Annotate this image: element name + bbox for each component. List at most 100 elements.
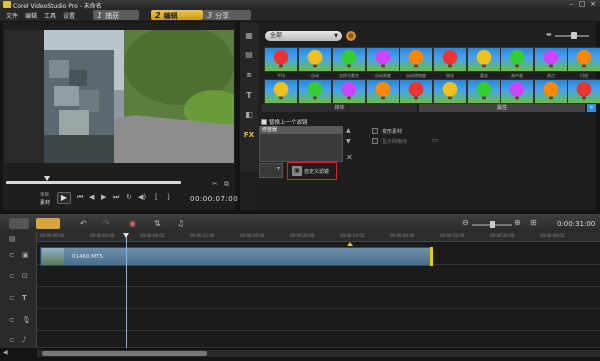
- title-visibility-icon[interactable]: ⊂: [9, 294, 15, 302]
- music-visibility-icon[interactable]: ⊂: [9, 336, 15, 344]
- timeline-scroll-thumb[interactable]: [42, 351, 207, 356]
- move-down-icon[interactable]: ▼: [346, 138, 351, 145]
- instant-project-icon[interactable]: ▤: [243, 50, 255, 60]
- filter-thumbnail[interactable]: [399, 47, 433, 72]
- fx-filter-icon[interactable]: FX: [243, 130, 255, 140]
- tab-attributes[interactable]: 属性: [419, 104, 585, 112]
- track-visibility-icon[interactable]: ⊂: [9, 251, 15, 259]
- title-icon[interactable]: T: [243, 91, 255, 101]
- step-edit[interactable]: 2 编辑: [151, 10, 203, 20]
- player-timecode[interactable]: 00:00:07:00: [190, 195, 238, 203]
- filter-category-dropdown[interactable]: 全部 ▼: [265, 31, 342, 41]
- undo-icon[interactable]: ↶: [80, 219, 87, 228]
- scrub-bar[interactable]: [6, 181, 181, 184]
- close-button[interactable]: ×: [588, 0, 598, 8]
- remove-filter-icon[interactable]: ✕: [346, 153, 353, 162]
- title-track[interactable]: [37, 288, 600, 309]
- playhead-line[interactable]: [126, 234, 127, 348]
- timeline-timecode[interactable]: 0:00:31:00: [557, 220, 595, 228]
- next-frame-icon[interactable]: ▶: [101, 193, 106, 201]
- menu-settings[interactable]: 设置: [63, 11, 75, 20]
- filter-thumbnail[interactable]: [332, 79, 366, 104]
- scroll-left-icon[interactable]: ◀: [3, 349, 8, 356]
- enlarge-icon[interactable]: ⧉: [224, 180, 229, 189]
- redo-icon[interactable]: ↷: [103, 219, 110, 228]
- graphic-icon[interactable]: ◧: [243, 110, 255, 120]
- home-icon[interactable]: ⏮: [77, 193, 83, 202]
- custom-filter-button[interactable]: ▣ 自定义滤镜: [287, 162, 337, 180]
- filter-thumbnail[interactable]: [500, 47, 534, 72]
- move-up-icon[interactable]: ▲: [346, 127, 351, 134]
- mark-out-icon[interactable]: ]: [167, 193, 170, 201]
- volume-icon[interactable]: ◀): [138, 193, 146, 201]
- overlay-track[interactable]: [37, 266, 600, 287]
- menu-edit[interactable]: 编辑: [25, 11, 37, 20]
- timeline-view-button[interactable]: [36, 218, 60, 229]
- scrub-handle[interactable]: [44, 176, 50, 181]
- media-icon[interactable]: ▦: [243, 31, 255, 41]
- timeline-zoom-handle[interactable]: [490, 221, 495, 228]
- filter-thumbnail[interactable]: [298, 47, 332, 72]
- show-grid-checkbox[interactable]: [372, 138, 378, 144]
- zoom-out-icon[interactable]: ▬: [546, 31, 552, 38]
- minimize-button[interactable]: –: [566, 0, 576, 8]
- expand-options-icon[interactable]: »: [587, 104, 596, 112]
- applied-filter-item[interactable]: 修整器: [260, 127, 342, 134]
- filter-thumbnail[interactable]: [399, 79, 433, 104]
- filter-thumbnail[interactable]: [264, 47, 298, 72]
- music-track[interactable]: [37, 332, 600, 348]
- project-marker[interactable]: [347, 242, 353, 246]
- filter-thumbnail[interactable]: [433, 79, 467, 104]
- auto-music-icon[interactable]: ♫: [177, 219, 184, 228]
- step-capture[interactable]: 1 捕获: [93, 10, 139, 20]
- filter-thumbnail[interactable]: [567, 47, 600, 72]
- fit-project-icon[interactable]: ⊞: [530, 218, 537, 227]
- play-button[interactable]: ▶: [57, 192, 71, 204]
- filter-thumbnail[interactable]: [264, 79, 298, 104]
- mark-in-icon[interactable]: [: [155, 193, 158, 201]
- zoom-out-timeline-icon[interactable]: ⊖: [462, 218, 469, 227]
- filter-thumbnail[interactable]: [467, 79, 501, 104]
- tab-media[interactable]: 媒体: [262, 104, 417, 112]
- filter-thumbnail[interactable]: [534, 79, 568, 104]
- end-icon[interactable]: ⏭: [113, 193, 119, 202]
- filter-thumbnail[interactable]: [567, 79, 600, 104]
- filter-thumbnail[interactable]: [500, 79, 534, 104]
- menu-file[interactable]: 文件: [6, 11, 18, 20]
- import-button[interactable]: ⊕: [346, 31, 356, 41]
- filter-thumbnail[interactable]: [467, 47, 501, 72]
- voice-visibility-icon[interactable]: ⊂: [9, 316, 15, 324]
- replace-filter-checkbox[interactable]: [261, 119, 267, 125]
- preset-dropdown-icon[interactable]: ▾: [277, 165, 280, 172]
- storyboard-view-button[interactable]: [9, 218, 29, 229]
- filter-thumbnail[interactable]: [534, 47, 568, 72]
- transition-icon[interactable]: ⧈: [243, 70, 255, 80]
- record-capture-icon[interactable]: ◉: [129, 219, 136, 228]
- repeat-icon[interactable]: ↻: [126, 193, 132, 201]
- project-mode-label[interactable]: 项目: [40, 192, 49, 198]
- deform-clip-checkbox[interactable]: [372, 128, 378, 134]
- clip-mode-label[interactable]: 素材: [40, 199, 50, 206]
- filter-thumbnail[interactable]: [366, 79, 400, 104]
- filter-thumbnail[interactable]: [366, 47, 400, 72]
- filter-thumbnail[interactable]: [433, 47, 467, 72]
- preview-window[interactable]: [4, 30, 234, 163]
- grid-options-icon[interactable]: ▭: [432, 136, 439, 144]
- split-clip-icon[interactable]: ✂: [212, 180, 218, 188]
- zoom-in-timeline-icon[interactable]: ⊕: [514, 218, 521, 227]
- menu-bar: [0, 9, 600, 21]
- clip-trim-handle[interactable]: [430, 247, 433, 266]
- voice-track[interactable]: [37, 310, 600, 331]
- overlay-visibility-icon[interactable]: ⊂: [9, 272, 15, 280]
- track-manager-icon[interactable]: ▤: [9, 235, 16, 243]
- maximize-button[interactable]: □: [577, 0, 587, 8]
- menu-tools[interactable]: 工具: [44, 11, 56, 20]
- zoom-slider-handle[interactable]: [571, 32, 577, 39]
- filter-thumbnail[interactable]: [298, 79, 332, 104]
- step-share[interactable]: 3 分享: [203, 10, 251, 20]
- playhead-handle[interactable]: [123, 233, 129, 238]
- prev-frame-icon[interactable]: ◀: [89, 193, 94, 201]
- filter-thumbnail[interactable]: [332, 47, 366, 72]
- timeline-ruler[interactable]: [34, 232, 600, 242]
- sound-mixer-icon[interactable]: ⇅: [154, 219, 161, 228]
